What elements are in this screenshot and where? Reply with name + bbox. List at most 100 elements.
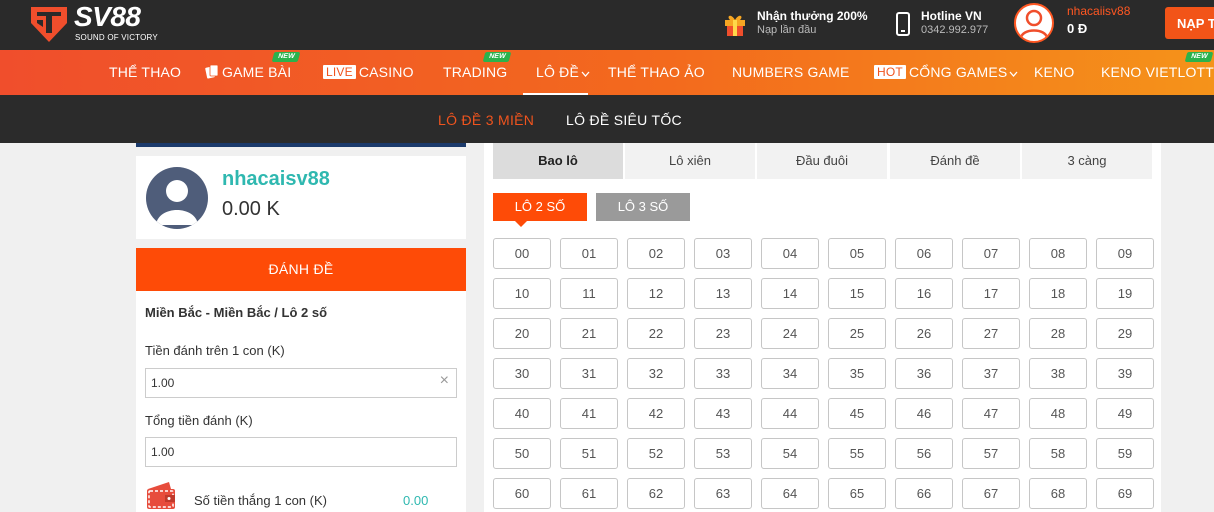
tab-lo-xien[interactable]: Lô xiên (625, 143, 755, 179)
user-name[interactable]: nhacaiisv88 (1067, 4, 1130, 18)
number-cell[interactable]: 30 (493, 358, 551, 389)
number-cell[interactable]: 10 (493, 278, 551, 309)
number-cell[interactable]: 28 (1029, 318, 1087, 349)
number-cell[interactable]: 44 (761, 398, 819, 429)
number-cell[interactable]: 66 (895, 478, 953, 509)
tab-danh-de[interactable]: Đánh đề (890, 143, 1020, 179)
number-cell[interactable]: 25 (828, 318, 886, 349)
number-cell[interactable]: 19 (1096, 278, 1154, 309)
nav-item-numbers-game[interactable]: NUMBERS GAME (732, 50, 850, 95)
logo[interactable]: SV88 SOUND OF VICTORY (28, 1, 158, 45)
number-cell[interactable]: 32 (627, 358, 685, 389)
number-cell[interactable]: 59 (1096, 438, 1154, 469)
number-cell[interactable]: 61 (560, 478, 618, 509)
number-cell[interactable]: 60 (493, 478, 551, 509)
profile-card: nhacaisv88 0.00 K (136, 156, 466, 239)
number-cell[interactable]: 24 (761, 318, 819, 349)
number-cell[interactable]: 40 (493, 398, 551, 429)
number-cell[interactable]: 16 (895, 278, 953, 309)
number-cell[interactable]: 64 (761, 478, 819, 509)
number-cell[interactable]: 47 (962, 398, 1020, 429)
place-bet-button[interactable]: ĐÁNH ĐỀ (136, 248, 466, 291)
number-cell[interactable]: 04 (761, 238, 819, 269)
total-input[interactable]: 1.00 (145, 437, 457, 467)
number-cell[interactable]: 55 (828, 438, 886, 469)
number-cell[interactable]: 23 (694, 318, 752, 349)
stake-input[interactable]: 1.00 × (145, 368, 457, 398)
user-avatar[interactable] (1014, 3, 1054, 43)
nav-item-virtual-sports[interactable]: THỂ THAO ẢO (608, 50, 705, 95)
cards-icon (205, 64, 219, 79)
number-cell[interactable]: 57 (962, 438, 1020, 469)
number-cell[interactable]: 33 (694, 358, 752, 389)
number-cell[interactable]: 17 (962, 278, 1020, 309)
number-cell[interactable]: 29 (1096, 318, 1154, 349)
number-cell[interactable]: 38 (1029, 358, 1087, 389)
nav-item-live-casino[interactable]: LIVE CASINO (323, 50, 414, 95)
number-cell[interactable]: 68 (1029, 478, 1087, 509)
number-cell[interactable]: 48 (1029, 398, 1087, 429)
new-badge: NEW (482, 52, 512, 62)
number-cell[interactable]: 49 (1096, 398, 1154, 429)
number-cell[interactable]: 35 (828, 358, 886, 389)
number-cell[interactable]: 43 (694, 398, 752, 429)
number-cell[interactable]: 50 (493, 438, 551, 469)
number-cell[interactable]: 26 (895, 318, 953, 349)
number-cell[interactable]: 39 (1096, 358, 1154, 389)
number-cell[interactable]: 13 (694, 278, 752, 309)
number-cell[interactable]: 46 (895, 398, 953, 429)
number-cell[interactable]: 09 (1096, 238, 1154, 269)
number-cell[interactable]: 01 (560, 238, 618, 269)
number-cell[interactable]: 52 (627, 438, 685, 469)
number-cell[interactable]: 06 (895, 238, 953, 269)
number-cell[interactable]: 21 (560, 318, 618, 349)
mode-lo-3-so[interactable]: LÔ 3 SỐ (596, 193, 690, 221)
number-cell[interactable]: 54 (761, 438, 819, 469)
number-cell[interactable]: 03 (694, 238, 752, 269)
number-cell[interactable]: 62 (627, 478, 685, 509)
number-cell[interactable]: 22 (627, 318, 685, 349)
number-cell[interactable]: 67 (962, 478, 1020, 509)
tab-dau-duoi[interactable]: Đầu đuôi (757, 143, 887, 179)
number-cell[interactable]: 69 (1096, 478, 1154, 509)
close-icon[interactable]: × (440, 372, 449, 390)
number-cell[interactable]: 42 (627, 398, 685, 429)
mode-lo-2-so[interactable]: LÔ 2 SỐ (493, 193, 587, 227)
number-cell[interactable]: 05 (828, 238, 886, 269)
number-cell[interactable]: 53 (694, 438, 752, 469)
win-label: Số tiền thắng 1 con (K) (194, 493, 327, 508)
number-cell[interactable]: 07 (962, 238, 1020, 269)
number-cell[interactable]: 63 (694, 478, 752, 509)
number-cell[interactable]: 34 (761, 358, 819, 389)
number-cell[interactable]: 58 (1029, 438, 1087, 469)
subnav-lottery-express[interactable]: LÔ ĐỀ SIÊU TỐC (566, 95, 682, 143)
nav-item-sports[interactable]: THỂ THAO (109, 50, 181, 95)
subnav-lottery-3-regions[interactable]: LÔ ĐỀ 3 MIỀN (438, 95, 534, 143)
number-cell[interactable]: 15 (828, 278, 886, 309)
tab-3-cang[interactable]: 3 càng (1022, 143, 1152, 179)
nav-item-keno[interactable]: KENO (1034, 50, 1074, 95)
deposit-button[interactable]: NẠP T (1165, 7, 1214, 39)
number-cell[interactable]: 12 (627, 278, 685, 309)
number-cell[interactable]: 36 (895, 358, 953, 389)
number-cell[interactable]: 56 (895, 438, 953, 469)
number-cell[interactable]: 45 (828, 398, 886, 429)
number-cell[interactable]: 14 (761, 278, 819, 309)
number-cell[interactable]: 02 (627, 238, 685, 269)
bet-selection-path: Miền Bắc - Miền Bắc / Lô 2 số (145, 305, 328, 320)
number-cell[interactable]: 18 (1029, 278, 1087, 309)
nav-item-lottery[interactable]: LÔ ĐỀ (523, 50, 590, 95)
number-cell[interactable]: 65 (828, 478, 886, 509)
main-nav: THỂ THAO GAME BÀI NEW LIVE CASINO TRADING… (0, 50, 1214, 95)
nav-item-game-portal[interactable]: HOT CỔNG GAMES (874, 50, 1018, 95)
number-cell[interactable]: 11 (560, 278, 618, 309)
number-cell[interactable]: 08 (1029, 238, 1087, 269)
number-cell[interactable]: 20 (493, 318, 551, 349)
number-cell[interactable]: 00 (493, 238, 551, 269)
number-cell[interactable]: 37 (962, 358, 1020, 389)
number-cell[interactable]: 41 (560, 398, 618, 429)
tab-bao-lo[interactable]: Bao lô (493, 143, 623, 179)
number-cell[interactable]: 31 (560, 358, 618, 389)
number-cell[interactable]: 27 (962, 318, 1020, 349)
number-cell[interactable]: 51 (560, 438, 618, 469)
